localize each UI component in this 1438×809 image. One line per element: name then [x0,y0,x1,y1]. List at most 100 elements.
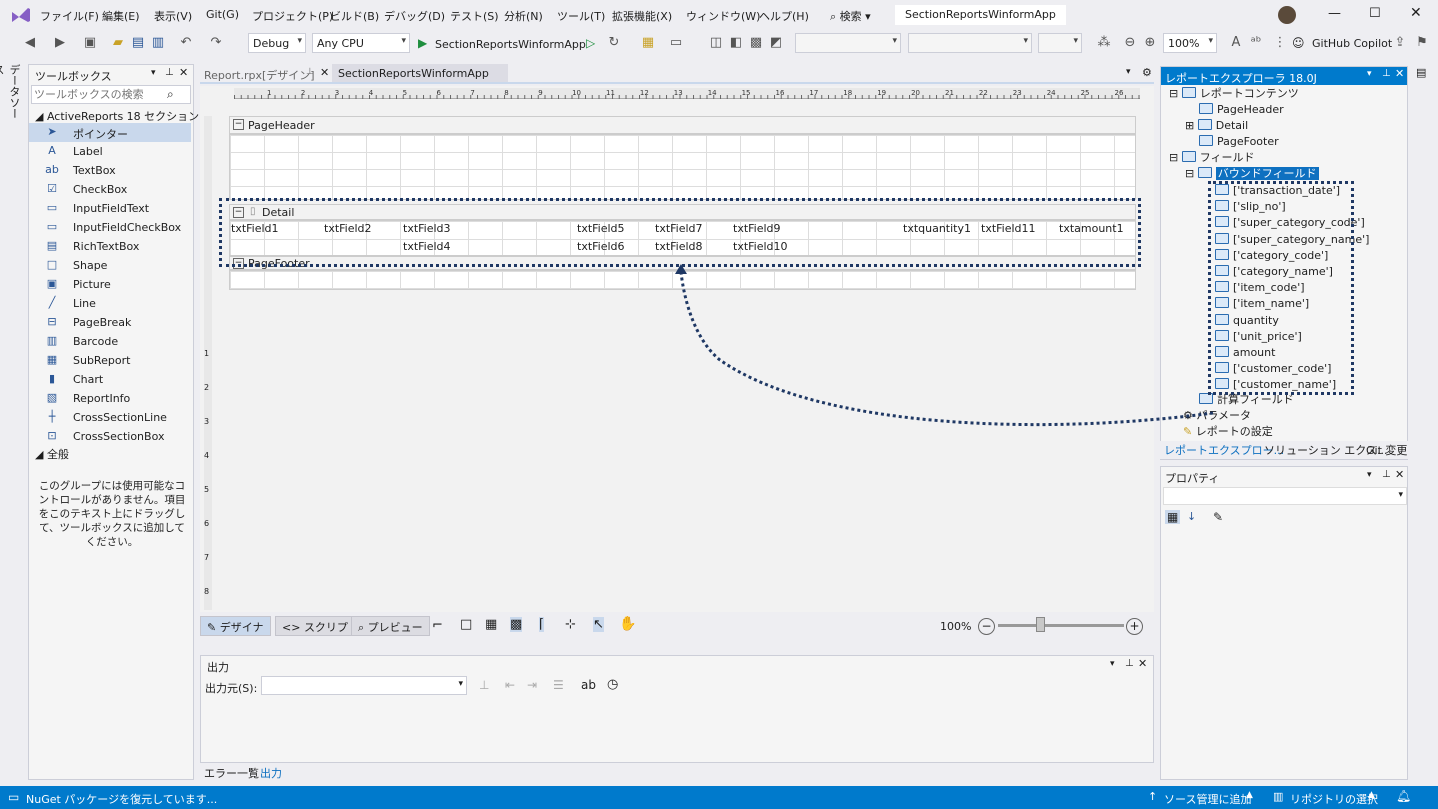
save-icon[interactable]: ▤ [130,35,146,51]
menu-git[interactable]: Git(G) [206,8,239,21]
tab-solution[interactable]: SectionReportsWinformApp [332,64,508,82]
menu-help[interactable]: ヘルプ(H) [759,8,809,24]
run-button[interactable]: SectionReportsWinformApp [435,38,586,51]
output-source-select[interactable]: ▾ [261,676,467,695]
tree-parameters[interactable]: ⚙ パラメータ [1183,408,1251,424]
close-icon[interactable]: ✕ [1410,5,1422,21]
tree-report-contents[interactable]: ⊟ レポートコンテンツ [1169,86,1299,102]
menu-edit[interactable]: 編集(E) [102,8,140,24]
zoom-slider-track[interactable] [998,624,1124,627]
font-size-select[interactable] [908,33,1032,53]
zoom-slider-thumb[interactable] [1036,617,1045,632]
align-icon[interactable]: ◫ [708,35,724,51]
tool-richtextbox[interactable]: ▤ RichTextBox [29,237,191,256]
properties-close-icon[interactable]: ✕ [1395,468,1404,481]
pagefooter-area[interactable] [229,270,1136,290]
clear-all-icon[interactable]: ☰ [553,678,564,692]
dropdown-icon[interactable]: ▾ [1110,659,1115,669]
tool-pointer[interactable]: ➤ ポインター [29,123,191,142]
run-icon[interactable]: ▶ [418,36,427,50]
clock-icon[interactable]: ◷ [607,677,618,692]
tree-fields[interactable]: ⊟ フィールド [1169,150,1255,166]
fit-icon[interactable]: ⊹ [565,617,576,632]
tab-output[interactable]: 出力 [260,765,282,781]
snap-icon[interactable]: ⌐ [432,618,443,633]
dropdown-icon[interactable]: ▾ [1367,69,1372,79]
explorer-close-icon[interactable]: ✕ [1395,67,1404,80]
tool-subreport[interactable]: ▦ SubReport [29,351,191,370]
tool-textbox[interactable]: ab TextBox [29,161,191,180]
tab-list-icon[interactable]: ▾ [1126,67,1131,77]
notifications-tab[interactable]: ▤ [1416,66,1430,90]
minimize-icon[interactable]: — [1328,6,1341,21]
group-icon[interactable]: ◧ [728,35,744,51]
word-wrap-icon[interactable]: ab [581,678,596,692]
spell-icon[interactable]: ᵃᵇ [1248,35,1264,51]
zoom-in-icon[interactable]: ⊕ [1142,35,1158,51]
menu-build[interactable]: ビルド(B) [330,8,379,24]
redo-icon[interactable]: ↷ [208,35,224,51]
tab-git-changes[interactable]: Git 変更 [1366,442,1407,458]
goto-icon[interactable]: ⊥ [479,678,489,692]
zoom-minus-icon[interactable]: − [978,618,995,635]
config-select[interactable]: Debug [248,33,306,53]
tab-report-design[interactable]: Report.rpx[デザイン] [204,67,315,83]
tool-line[interactable]: ╱ Line [29,294,191,313]
start-without-debug-icon[interactable]: ▷ [586,36,595,50]
grid-icon[interactable]: ▩ [510,617,523,632]
maximize-icon[interactable]: ☐ [1369,6,1381,21]
order-icon[interactable]: ◩ [768,35,784,51]
grid-small-icon[interactable]: ▦ [485,617,497,632]
tool-reportinfo[interactable]: ▧ ReportInfo [29,389,191,408]
tool-inputfieldcheckbox[interactable]: ▭ InputFieldCheckBox [29,218,191,237]
data-source-tab[interactable]: データソース [0,64,22,124]
pin-icon[interactable]: ⊥ [1125,658,1134,669]
source-control-button[interactable]: ソース管理に追加 [1164,791,1251,807]
tool-crosssectionbox[interactable]: ⊡ CrossSectionBox [29,427,191,446]
pin-icon[interactable]: ⊥ [1382,469,1391,480]
repo-select-button[interactable]: リポジトリの選択 [1290,791,1378,807]
open-folder-icon[interactable]: ▰ [110,35,126,51]
save-all-icon[interactable]: ▥ [150,35,166,51]
tree-bound-fields[interactable]: ⊟ バウンドフィールド [1185,166,1319,182]
platform-select[interactable]: Any CPU [312,33,410,53]
tab-error-list[interactable]: エラー一覧 [204,765,259,781]
tree-report-settings[interactable]: ✎ レポートの設定 [1183,424,1273,440]
tool-shape[interactable]: □ Shape [29,256,191,275]
dropdown-icon[interactable]: ▾ [1367,470,1372,480]
pageheader-area[interactable] [229,134,1136,200]
border-icon[interactable]: □ [460,617,472,632]
forward-icon[interactable]: ▶ [52,35,68,51]
feedback-icon[interactable]: ⚑ [1414,35,1430,51]
avatar[interactable] [1278,6,1296,24]
zoom-plus-icon[interactable]: + [1126,618,1143,635]
search-button[interactable]: ⌕ 検索 ▾ [830,8,871,24]
visual-studio-logo-icon[interactable] [10,6,32,24]
menu-tools[interactable]: ツール(T) [557,8,605,24]
tool-crosssectionline[interactable]: ┼ CrossSectionLine [29,408,191,427]
new-project-icon[interactable]: ▣ [82,35,98,51]
menu-debug[interactable]: デバッグ(D) [384,8,445,24]
tool-checkbox[interactable]: ☑ CheckBox [29,180,191,199]
menu-window[interactable]: ウィンドウ(W) [686,8,760,24]
toolbox-group2-header[interactable]: ◢ 全般 [35,446,69,462]
notification-bell-icon[interactable]: 🔔︎ [1396,789,1411,803]
ruler-toggle-icon[interactable]: ⌈ [539,617,545,632]
pageheader-band[interactable]: − PageHeader [229,116,1136,134]
tool-barcode[interactable]: ▥ Barcode [29,332,191,351]
menu-test[interactable]: テスト(S) [450,8,499,24]
output-close-icon[interactable]: ✕ [1138,657,1147,670]
report-designer[interactable]: 1 2 3 4 5 6 7 8 9 10 11 12 13 14 15 16 17 18 19 20 21 22 23 24 2… [200,86,1154,664]
alphabetical-icon[interactable]: ↓ [1187,510,1196,523]
menu-analyze[interactable]: 分析(N) [504,8,543,24]
arrange-icon[interactable]: ▩ [748,35,764,51]
hot-reload-icon[interactable]: ↻ [606,35,622,51]
tree-detail[interactable]: ⊞ Detail [1185,118,1248,134]
next-message-icon[interactable]: ⇥ [527,678,537,692]
prev-message-icon[interactable]: ⇤ [505,678,515,692]
tab-close-icon[interactable]: ✕ [320,66,329,79]
tab-pin-icon[interactable]: ⊥ [306,67,314,77]
undo-icon[interactable]: ↶ [178,35,194,51]
toolbox-close-icon[interactable]: ✕ [179,66,188,79]
back-icon[interactable]: ◀ [22,35,38,51]
